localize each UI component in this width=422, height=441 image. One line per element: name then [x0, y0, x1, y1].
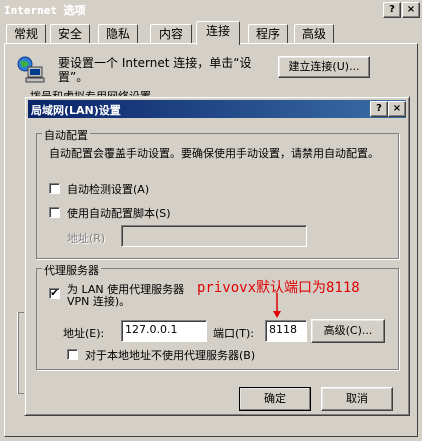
cancel-button[interactable]: 取消: [321, 387, 393, 411]
dialog-titlebar: 局域网(LAN)设置 ? ×: [28, 100, 406, 118]
use-proxy-checkbox[interactable]: ✔: [49, 288, 60, 299]
setup-instruction: 要设置一个 Internet 连接，单击“设置”。: [58, 56, 252, 84]
script-address-field[interactable]: [121, 225, 307, 247]
tab-content[interactable]: 内容: [150, 24, 192, 44]
tab-general[interactable]: 常规: [6, 24, 46, 44]
auto-config-description: 自动配置会覆盖手动设置。要确保使用手动设置，请禁用自动配置。: [49, 147, 379, 160]
proxy-address-label: 地址(E):: [63, 327, 105, 340]
annotation-arrow-icon: [272, 293, 282, 319]
window-title: Internet 选项: [4, 4, 86, 17]
tab-connections[interactable]: 连接: [196, 21, 240, 45]
ok-button[interactable]: 确定: [239, 387, 311, 411]
auto-detect-label: 自动检测设置(A): [67, 183, 150, 196]
dialog-close-button[interactable]: ×: [388, 101, 406, 117]
proxy-address-field[interactable]: 127.0.0.1: [121, 320, 207, 342]
close-button[interactable]: ×: [402, 2, 420, 18]
proxy-port-field[interactable]: 8118: [265, 320, 307, 342]
window-titlebar: Internet 选项 ? ×: [0, 0, 422, 20]
dialog-help-button[interactable]: ?: [370, 101, 388, 117]
tab-privacy[interactable]: 隐私: [98, 24, 138, 44]
tab-security[interactable]: 安全: [50, 24, 90, 44]
tab-programs[interactable]: 程序: [248, 24, 288, 44]
auto-script-checkbox[interactable]: [49, 207, 60, 218]
lan-settings-dialog: 局域网(LAN)设置 ? × 自动配置 自动配置会覆盖手动设置。要确保使用手动设…: [24, 96, 410, 416]
proxy-legend: 代理服务器: [42, 262, 101, 278]
dialog-title: 局域网(LAN)设置: [31, 104, 121, 117]
script-address-label: 地址(R): [67, 232, 106, 245]
help-button[interactable]: ?: [383, 2, 401, 18]
setup-connection-button[interactable]: 建立连接(U)...: [278, 56, 370, 78]
advanced-button[interactable]: 高级(C)...: [311, 319, 385, 343]
proxy-port-label: 端口(T):: [213, 327, 255, 340]
bypass-local-label: 对于本地地址不使用代理服务器(B): [85, 349, 256, 362]
network-computer-icon: [16, 56, 46, 84]
use-proxy-label-line2: VPN 连接)。: [67, 295, 131, 308]
auto-config-legend: 自动配置: [42, 127, 90, 143]
bypass-local-checkbox[interactable]: [67, 349, 78, 360]
auto-script-label: 使用自动配置脚本(S): [67, 207, 171, 220]
tab-advanced[interactable]: 高级: [294, 24, 334, 44]
auto-detect-checkbox[interactable]: [49, 183, 60, 194]
checkmark-icon: ✔: [50, 288, 59, 299]
